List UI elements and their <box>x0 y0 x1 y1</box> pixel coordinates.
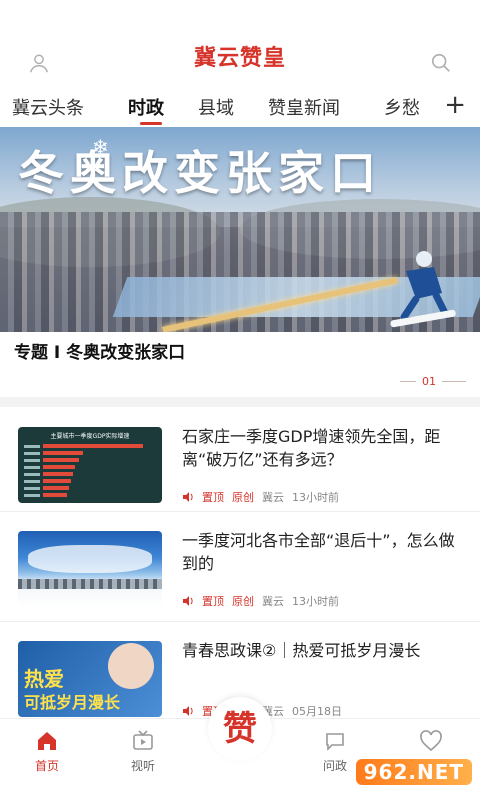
tv-icon <box>133 730 153 750</box>
pager-line <box>400 380 416 382</box>
speaker-icon[interactable] <box>182 595 194 607</box>
tab-headlines[interactable]: 冀云头条 <box>12 94 84 120</box>
tab-politics[interactable]: 时政 <box>128 94 164 120</box>
banner-pager: 01 <box>400 374 466 388</box>
pager-line <box>442 380 466 382</box>
article-item[interactable]: 一季度河北各市全部“退后十”，怎么做到的 置顶 原创 冀云 13小时前 <box>0 511 480 621</box>
snowflake-icon: ❄ <box>92 135 109 159</box>
thumbnail-headline: 热爱 <box>24 667 64 691</box>
article-title: 一季度河北各市全部“退后十”，怎么做到的 <box>182 531 455 573</box>
article-time: 13小时前 <box>292 595 339 608</box>
article-item[interactable]: 主要城市一季度GDP实际增速 石家庄一季度GDP增速领先全国，距离“破万亿”还有… <box>0 407 480 517</box>
chat-icon <box>326 733 344 751</box>
channel-tabs: 冀云头条 时政 县域 赞皇新闻 乡愁 + <box>0 86 480 126</box>
nav-video[interactable]: 视听 <box>108 729 178 774</box>
article-time: 13小时前 <box>292 491 339 504</box>
thumbnail-person <box>108 643 154 689</box>
article-meta: 置顶 原创 冀云 13小时前 <box>182 489 339 505</box>
thumbnail-cloud <box>28 545 152 573</box>
article-title: 青春思政课②｜热爱可抵岁月漫长 <box>182 641 421 660</box>
article-thumbnail <box>18 531 162 607</box>
active-tab-indicator <box>140 122 162 125</box>
nav-video-label: 视听 <box>130 759 155 773</box>
article-meta: 置顶 原创 冀云 13小时前 <box>182 593 339 609</box>
topic-title[interactable]: 专题 I 冬奥改变张家口 <box>14 338 185 363</box>
zan-center-button[interactable]: 赞 <box>208 697 272 761</box>
tab-nostalgia[interactable]: 乡愁 <box>384 94 420 120</box>
topic-banner[interactable]: 冬奥改变张家口 ❄ <box>0 127 480 332</box>
speaker-icon[interactable] <box>182 705 194 717</box>
bottom-nav: 首页 视听 赞 问政 服务 962.NET <box>0 697 480 800</box>
original-tag: 原创 <box>232 491 254 504</box>
pinned-tag: 置顶 <box>202 491 224 504</box>
site-watermark: 962.NET <box>355 759 472 785</box>
snowboarder-image <box>390 251 456 328</box>
article-title: 石家庄一季度GDP增速领先全国，距离“破万亿”还有多远？ <box>182 427 441 469</box>
app-title: 冀云赞皇 <box>193 46 286 71</box>
heart-icon <box>420 730 442 752</box>
article-thumbnail: 热爱 可抵岁月漫长 <box>18 641 162 717</box>
thumbnail-title: 主要城市一季度GDP实际增速 <box>50 433 130 440</box>
pager-number: 01 <box>422 374 436 388</box>
article-source: 冀云 <box>262 491 284 504</box>
home-icon <box>38 732 56 750</box>
speaker-icon[interactable] <box>182 491 194 503</box>
tab-county[interactable]: 县域 <box>198 94 234 120</box>
section-separator <box>0 397 480 407</box>
banner-headline: 冬奥改变张家口 <box>18 146 382 200</box>
app-header: 冀云赞皇 <box>0 0 480 86</box>
pinned-tag: 置顶 <box>202 595 224 608</box>
article-thumbnail: 主要城市一季度GDP实际增速 <box>18 427 162 503</box>
thumbnail-subline: 可抵岁月漫长 <box>24 693 121 712</box>
article-time: 05月18日 <box>292 705 342 718</box>
article-source: 冀云 <box>262 595 284 608</box>
original-tag: 原创 <box>232 595 254 608</box>
add-channel-icon[interactable]: + <box>444 92 466 118</box>
nav-home[interactable]: 首页 <box>12 729 82 774</box>
nav-home-label: 首页 <box>34 759 59 773</box>
search-icon[interactable] <box>430 52 452 74</box>
thumbnail-town <box>18 579 162 589</box>
tab-zanhuang-news[interactable]: 赞皇新闻 <box>268 94 340 120</box>
